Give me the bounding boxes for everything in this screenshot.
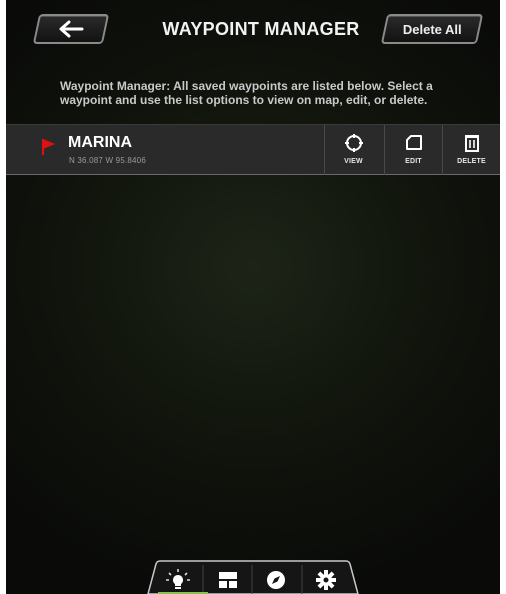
edit-icon [405,135,422,150]
back-button[interactable] [32,14,110,44]
edit-button[interactable]: EDIT [384,125,442,175]
layout-panels-icon [219,572,237,588]
waypoint-name: MARINA [68,134,132,151]
right-margin [500,0,506,594]
delete-button[interactable]: DELETE [442,125,500,175]
tab-navigation[interactable] [252,566,300,594]
compass-icon [267,571,285,589]
tab-settings[interactable] [302,566,350,594]
view-label: VIEW [344,158,363,165]
tab-layout[interactable] [204,566,252,594]
delete-all-button[interactable]: Delete All [380,14,484,44]
tab-lights[interactable] [154,566,202,594]
gear-icon [316,570,336,590]
trash-icon [464,135,479,152]
view-button[interactable]: VIEW [324,125,382,175]
bottom-tab-bar [146,560,360,594]
lightbulb-icon [166,569,190,589]
crosshair-icon [344,134,363,152]
waypoint-coords: N 36.087 W 95.8406 [69,156,146,165]
delete-all-label: Delete All [402,21,462,37]
delete-label: DELETE [457,158,486,165]
edit-label: EDIT [405,158,422,165]
waypoint-row[interactable]: MARINA N 36.087 W 95.8406 VIEW EDIT DELE… [6,124,500,175]
flag-icon [42,139,55,155]
instructions-text: Waypoint Manager: All saved waypoints ar… [60,79,433,107]
waypoint-manager-screen: WAYPOINT MANAGER Delete All Waypoint Man… [6,0,500,594]
page-title: WAYPOINT MANAGER [162,19,360,39]
left-arrow-icon [59,20,84,38]
